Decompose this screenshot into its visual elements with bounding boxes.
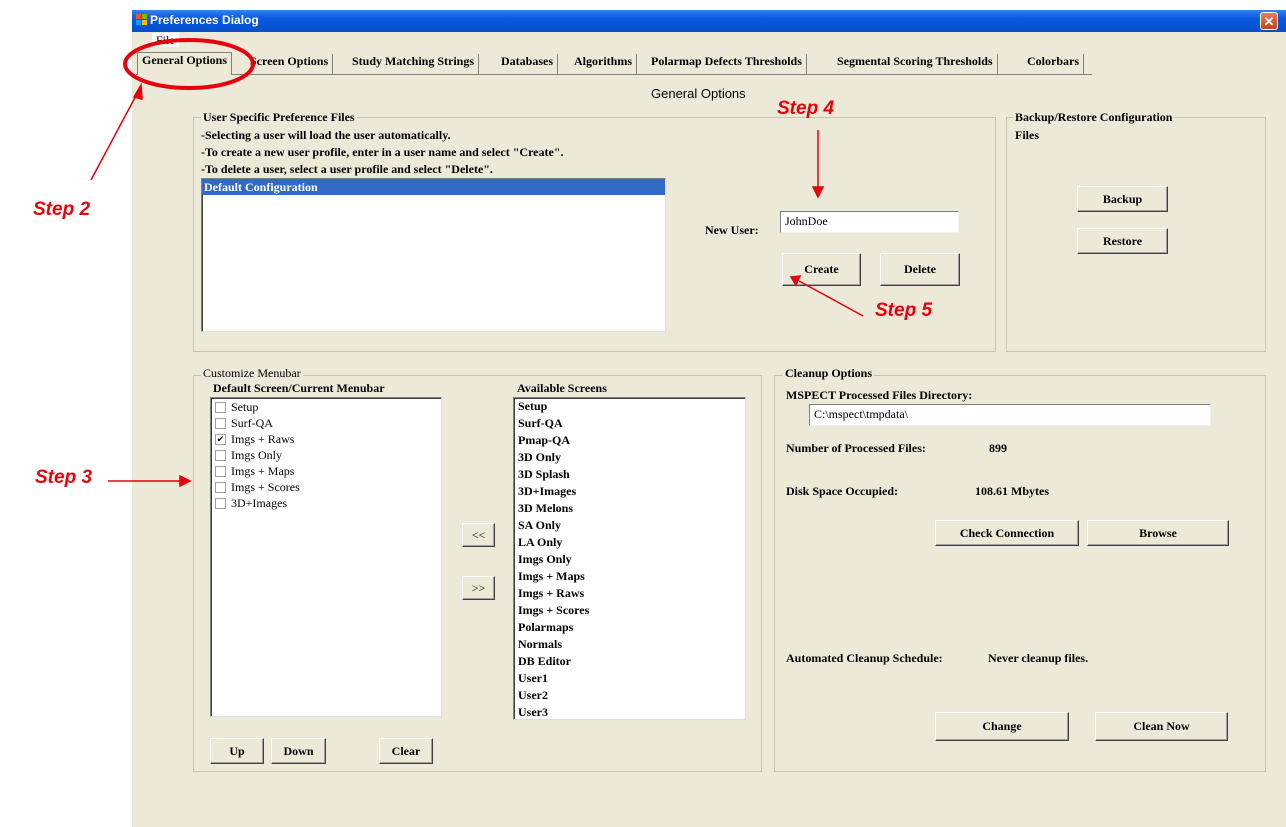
step2-arrow-line — [90, 89, 140, 181]
annotation-arrows — [90, 38, 864, 488]
step3-arrow-head — [179, 474, 192, 488]
step3-label: Step 3 — [35, 467, 93, 488]
step5-label: Step 5 — [875, 300, 933, 321]
step4-label: Step 4 — [777, 98, 835, 119]
step5-arrow-head — [789, 275, 802, 287]
step2-arrow-head — [132, 82, 143, 100]
tab-highlight-ellipse — [123, 38, 255, 90]
step4-arrow-head — [811, 186, 825, 199]
step2-label: Step 2 — [33, 199, 91, 220]
step5-arrow-line — [798, 280, 864, 317]
